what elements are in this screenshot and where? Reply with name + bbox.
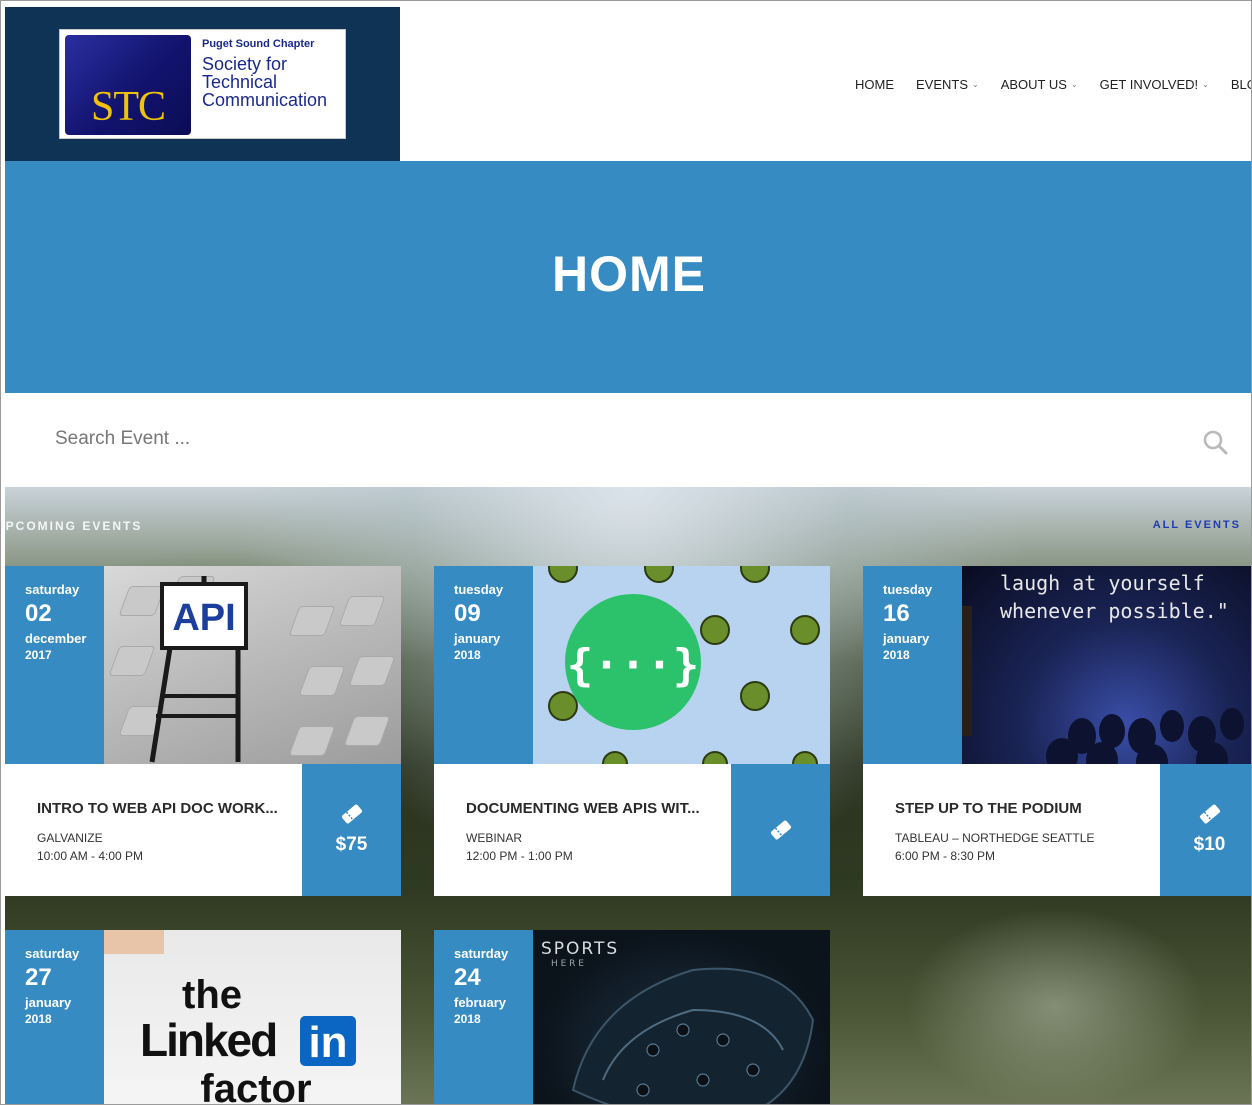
date-day: 02 (25, 600, 52, 627)
event-card[interactable]: saturday 24 february 2018 SPORTS H E R E (434, 930, 830, 1104)
event-venue: GALVANIZE (37, 831, 103, 845)
event-card[interactable]: saturday 27 january 2018 the Linked in f… (5, 930, 401, 1105)
date-day: 16 (883, 600, 910, 627)
event-image[interactable]: API (104, 566, 401, 764)
event-info: INTRO TO WEB API DOC WORK... GALVANIZE 1… (5, 764, 302, 896)
date-year: 2018 (25, 1012, 52, 1026)
nav-item-home[interactable]: HOME (855, 77, 894, 92)
image-text: H E R E (551, 959, 584, 969)
all-events-link[interactable]: ALL EVENTS (1153, 519, 1241, 531)
image-caption: API (172, 597, 235, 639)
event-time: 6:00 PM - 8:30 PM (895, 849, 996, 863)
image-caption: laugh at yourself (1000, 571, 1205, 595)
image-caption: whenever possible." (1000, 599, 1229, 623)
event-date: tuesday 16 january 2018 (863, 566, 962, 764)
nav-label: BLO (1230, 76, 1251, 92)
logo-chapter: Puget Sound Chapter (202, 38, 315, 50)
event-venue: TABLEAU – NORTHEDGE SEATTLE (895, 831, 1095, 845)
logo-mark-text: STC (90, 84, 166, 130)
date-weekday: tuesday (883, 582, 933, 597)
date-weekday: tuesday (454, 582, 504, 597)
audience-photo: laugh at yourself whenever possible." (962, 571, 1244, 764)
vr-headset-photo: SPORTS H E R E (541, 939, 815, 1104)
event-image[interactable]: the Linked in factor (104, 930, 401, 1105)
ticket-button[interactable] (731, 764, 830, 896)
main-nav: HOME EVENTS ⌄ ABOUT US ⌄ GET INVOLVED! ⌄ BL… (855, 75, 1251, 93)
event-image[interactable]: {···} (533, 566, 830, 764)
ticket-button[interactable]: $75 (302, 764, 401, 896)
event-date: tuesday 09 january 2018 (434, 566, 533, 764)
nav-label: HOME (855, 76, 894, 92)
event-date: saturday 27 january 2018 (5, 930, 104, 1104)
image-caption: {···} (567, 640, 699, 691)
image-text: factor (200, 1067, 311, 1105)
event-info: STEP UP TO THE PODIUM TABLEAU – NORTHEDG… (863, 764, 1160, 896)
nav-label: EVENTS (916, 76, 969, 92)
date-day: 24 (454, 964, 481, 991)
date-weekday: saturday (454, 946, 509, 961)
event-price: $10 (1193, 834, 1226, 855)
event-search-bar (5, 393, 1251, 487)
page-hero: HOME (5, 161, 1251, 393)
logo-name: Society for Technical Communication (202, 54, 328, 110)
page-title: HOME (552, 246, 706, 302)
nav-label: ABOUT US (1000, 76, 1067, 92)
event-price: $75 (335, 834, 368, 855)
event-image[interactable]: SPORTS H E R E (533, 930, 830, 1104)
linkedin-factor-graphic: the Linked in factor (104, 930, 356, 1105)
stc-logo-mark: STC (65, 35, 191, 135)
event-time: 10:00 AM - 4:00 PM (37, 849, 144, 863)
nav-item-get-involved[interactable]: GET INVOLVED! ⌄ (1100, 77, 1209, 92)
image-text: the (182, 973, 242, 1017)
easel-icon: API (149, 576, 248, 763)
date-year: 2018 (883, 648, 910, 662)
date-weekday: saturday (25, 946, 80, 961)
event-date: saturday 02 december 2017 (5, 566, 104, 764)
json-logo-icon: {···} (548, 566, 820, 764)
nav-label: GET INVOLVED! (1099, 76, 1199, 92)
event-card[interactable]: tuesday 09 january 2018 {···} DOCUMENTIN… (434, 566, 830, 896)
search-input[interactable] (55, 419, 1135, 459)
date-month: january (25, 995, 72, 1010)
section-heading: UPCOMING EVENTS (0, 519, 143, 533)
event-info: DOCUMENTING WEB APIS WIT... WEBINAR 12:0… (434, 764, 731, 896)
image-text: Linked (140, 1014, 276, 1066)
event-date: saturday 24 february 2018 (434, 930, 533, 1104)
event-title[interactable]: STEP UP TO THE PODIUM (895, 800, 1160, 817)
date-year: 2017 (25, 648, 52, 662)
event-card[interactable]: saturday 02 december 2017 API INTRO TO W… (5, 566, 401, 896)
chevron-down-icon: ⌄ (1070, 79, 1078, 89)
event-title[interactable]: INTRO TO WEB API DOC WORK... (37, 800, 302, 817)
ticket-icon (1199, 804, 1220, 824)
logo-area: STC Puget Sound Chapter Society for Tech… (5, 7, 400, 161)
date-year: 2018 (454, 1012, 481, 1026)
ticket-icon (341, 804, 362, 824)
event-card[interactable]: tuesday 16 january 2018 laugh at yoursel… (863, 566, 1251, 896)
date-day: 27 (25, 964, 52, 991)
ticket-button[interactable]: $10 (1160, 764, 1251, 896)
event-time: 12:00 PM - 1:00 PM (466, 849, 573, 863)
date-month: february (454, 995, 507, 1010)
site-logo[interactable]: STC Puget Sound Chapter Society for Tech… (59, 29, 346, 139)
event-venue: WEBINAR (466, 831, 523, 845)
nav-item-events[interactable]: EVENTS ⌄ (916, 77, 979, 92)
date-month: december (25, 631, 87, 646)
date-month: january (454, 631, 501, 646)
ticket-icon (770, 820, 791, 840)
search-icon[interactable] (1202, 429, 1228, 455)
date-year: 2018 (454, 648, 481, 662)
image-text: in (308, 1018, 347, 1067)
date-weekday: saturday (25, 582, 80, 597)
nav-item-blog[interactable]: BLO (1230, 76, 1251, 92)
image-text: SPORTS (541, 939, 619, 959)
page-frame: STC Puget Sound Chapter Society for Tech… (0, 0, 1252, 1105)
date-month: january (883, 631, 930, 646)
chevron-down-icon: ⌄ (972, 79, 979, 89)
event-image[interactable]: laugh at yourself whenever possible." (962, 566, 1251, 764)
nav-item-about-us[interactable]: ABOUT US ⌄ (1001, 77, 1078, 92)
date-day: 09 (454, 600, 481, 627)
event-title[interactable]: DOCUMENTING WEB APIS WIT... (466, 800, 731, 817)
chevron-down-icon: ⌄ (1202, 79, 1209, 89)
